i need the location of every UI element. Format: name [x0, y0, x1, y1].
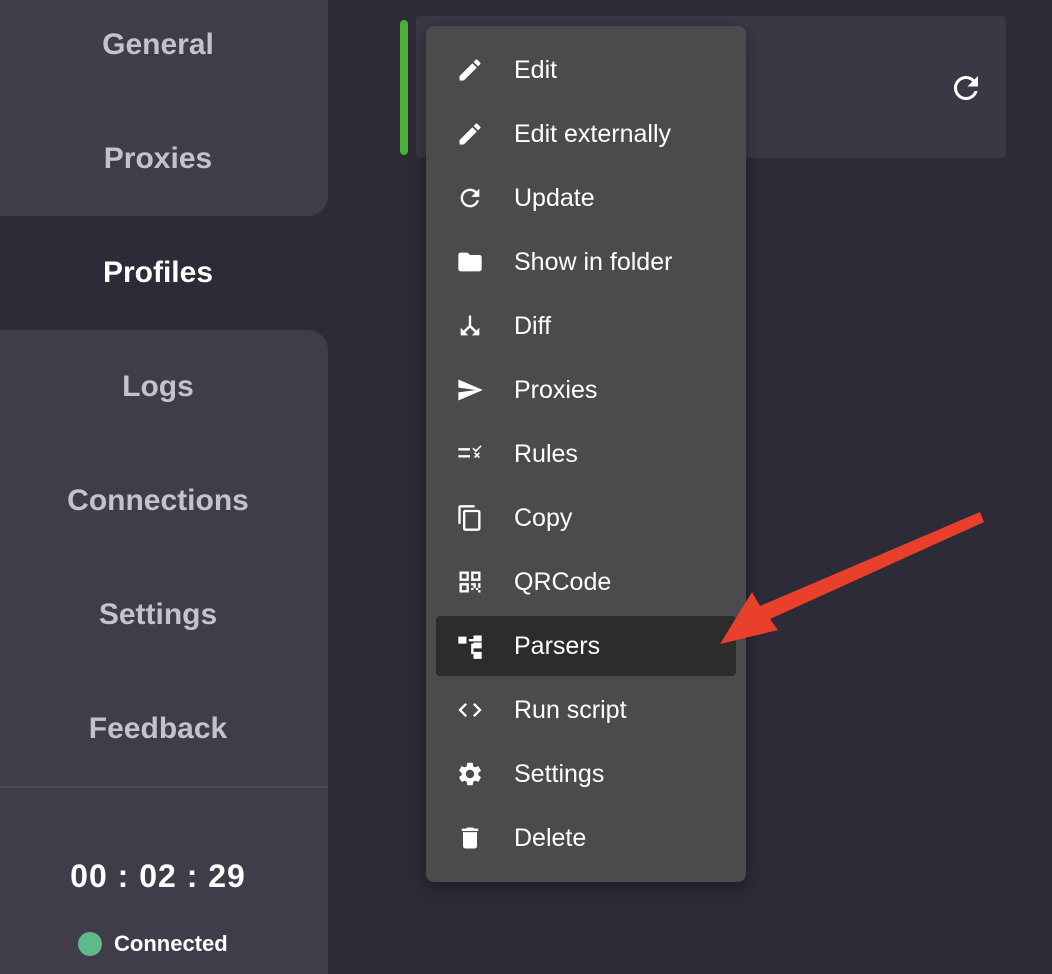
menu-item-rules[interactable]: Rules — [436, 424, 736, 484]
sidebar-item-profiles[interactable]: Profiles — [0, 216, 316, 330]
menu-item-label: Rules — [514, 439, 578, 468]
sidebar-item-general[interactable]: General — [0, 0, 316, 102]
trash-icon — [456, 824, 484, 852]
menu-item-label: Edit externally — [514, 119, 672, 148]
rule-icon — [456, 440, 484, 468]
status-dot-icon — [78, 932, 102, 956]
profile-context-menu: Edit Edit externally Update Show in fold… — [426, 26, 746, 882]
sidebar-item-connections[interactable]: Connections — [0, 444, 316, 558]
menu-item-diff[interactable]: Diff — [436, 296, 736, 356]
menu-item-label: Delete — [514, 823, 587, 852]
menu-item-qrcode[interactable]: QRCode — [436, 552, 736, 612]
sidebar-item-logs[interactable]: Logs — [0, 330, 316, 444]
menu-item-show-in-folder[interactable]: Show in folder — [436, 232, 736, 292]
menu-item-label: QRCode — [514, 567, 612, 596]
menu-item-edit-externally[interactable]: Edit externally — [436, 104, 736, 164]
sidebar-item-label: Profiles — [102, 256, 214, 289]
menu-item-label: Run script — [514, 695, 627, 724]
qrcode-icon — [456, 568, 484, 596]
folder-icon — [456, 248, 484, 276]
send-icon — [456, 376, 484, 404]
refresh-icon — [456, 184, 484, 212]
menu-item-delete[interactable]: Delete — [436, 808, 736, 868]
active-profile-indicator — [400, 20, 408, 155]
copy-icon — [456, 504, 484, 532]
connection-status: Connected — [78, 930, 228, 958]
pencil-icon — [456, 56, 484, 84]
menu-item-settings[interactable]: Settings — [436, 744, 736, 804]
parser-icon — [456, 632, 484, 660]
menu-item-update[interactable]: Update — [436, 168, 736, 228]
sidebar-item-label: Proxies — [103, 142, 213, 175]
menu-item-label: Parsers — [514, 631, 601, 660]
sidebar-item-proxies[interactable]: Proxies — [0, 102, 316, 216]
menu-item-label: Diff — [514, 311, 552, 340]
gear-icon — [456, 760, 484, 788]
code-icon — [456, 696, 484, 724]
sidebar: General Proxies Profiles Logs Connection… — [0, 0, 328, 974]
menu-item-proxies[interactable]: Proxies — [436, 360, 736, 420]
menu-item-label: Copy — [514, 503, 573, 532]
sidebar-item-label: Settings — [98, 598, 218, 631]
pencil-icon — [456, 120, 484, 148]
refresh-icon[interactable] — [948, 70, 984, 106]
menu-item-label: Settings — [514, 759, 605, 788]
menu-item-copy[interactable]: Copy — [436, 488, 736, 548]
sidebar-item-feedback[interactable]: Feedback — [0, 672, 316, 786]
sidebar-item-label: Connections — [67, 484, 249, 517]
menu-item-label: Proxies — [514, 375, 598, 404]
menu-item-label: Update — [514, 183, 595, 212]
menu-item-label: Show in folder — [514, 247, 673, 276]
sidebar-item-settings[interactable]: Settings — [0, 558, 316, 672]
sidebar-item-label: Feedback — [88, 712, 228, 745]
merge-icon — [456, 312, 484, 340]
menu-item-edit[interactable]: Edit — [436, 40, 736, 100]
menu-item-label: Edit — [514, 55, 558, 84]
menu-item-run-script[interactable]: Run script — [436, 680, 736, 740]
connection-status-label: Connected — [114, 931, 228, 956]
sidebar-item-label: Logs — [122, 370, 194, 403]
connection-timer: 00 : 02 : 29 — [70, 858, 246, 894]
sidebar-item-label: General — [102, 28, 214, 61]
menu-item-parsers[interactable]: Parsers — [436, 616, 736, 676]
